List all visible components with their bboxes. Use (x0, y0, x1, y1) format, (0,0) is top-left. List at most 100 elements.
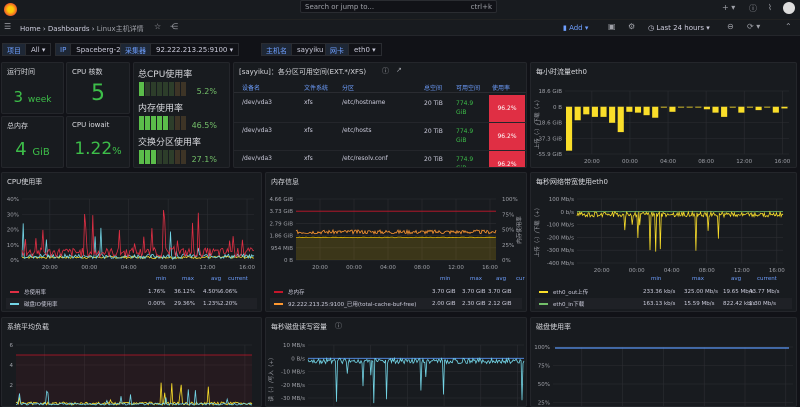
legend-header-avg[interactable]: avg (496, 276, 506, 282)
zoom-out-icon[interactable]: ⊖ (727, 22, 734, 31)
column-header[interactable]: 设备名 (242, 83, 260, 92)
legend-header-max[interactable]: max (470, 276, 482, 282)
gear-icon[interactable]: ⚙ (628, 22, 635, 31)
bar[interactable] (626, 107, 632, 112)
bar[interactable] (687, 107, 693, 108)
column-header[interactable]: 分区 (342, 83, 354, 92)
save-icon[interactable]: ▣ (608, 22, 616, 31)
gauge-value: 27.1% (192, 155, 217, 164)
legend-current: 6.06% (220, 289, 237, 295)
legend-row[interactable]: 磁盘IO使用率0.00%29.36%1.23%2.20% (6, 298, 257, 309)
legend-header-avg[interactable]: avg (211, 276, 221, 282)
bar[interactable] (712, 107, 718, 113)
bar[interactable] (575, 107, 581, 121)
bar[interactable] (738, 107, 744, 113)
breadcrumb-dashboards[interactable]: Dashboards (48, 25, 90, 33)
bar[interactable] (592, 107, 598, 117)
bar[interactable] (609, 107, 615, 123)
bar[interactable] (652, 107, 658, 118)
legend-row[interactable]: 92.222.213.25:9100_已用(total-cache-buf-fr… (270, 298, 522, 309)
bar[interactable] (764, 107, 770, 108)
bar[interactable] (661, 107, 667, 108)
legend-header-max[interactable]: max (182, 276, 194, 282)
bar[interactable] (600, 107, 606, 117)
bar[interactable] (583, 107, 589, 115)
y-tick-label: 0% (10, 258, 19, 264)
bar[interactable] (773, 107, 779, 113)
bar[interactable] (618, 107, 624, 132)
x-tick-label: 12:00 (200, 265, 216, 271)
grafana-logo[interactable] (4, 3, 17, 16)
column-header[interactable]: 可用空间 (456, 83, 480, 92)
variable-select[interactable]: 92.222.213.25:9100 ▾ (151, 43, 239, 56)
gauge-cell (145, 82, 150, 96)
help-icon[interactable]: ⓘ (749, 3, 757, 14)
legend-row[interactable]: 总使用率1.76%36.12%4.50%6.06% (6, 286, 257, 297)
time-range-picker[interactable]: ◷ Last 24 hours ▾ (648, 24, 710, 32)
breadcrumb-home[interactable]: Home (20, 25, 41, 33)
gauge-cell (145, 116, 150, 130)
gauge-cell (139, 116, 144, 130)
gauge-cell (139, 150, 144, 164)
bar[interactable] (644, 107, 650, 115)
column-header[interactable]: 总空间 (424, 83, 442, 92)
legend-header-current[interactable]: current (757, 276, 777, 282)
bar[interactable] (704, 107, 710, 110)
bar[interactable] (566, 107, 572, 151)
legend-header-min[interactable]: min (156, 276, 166, 282)
y2-tick-label: 75% (502, 212, 514, 218)
legend-avg: 2.12 GiB (488, 301, 512, 307)
plus-icon[interactable]: + ▾ (722, 3, 735, 12)
legend-header-cur[interactable]: cur (516, 276, 525, 282)
legend-header-min[interactable]: min (651, 276, 661, 282)
legend-current: 2.20% (220, 301, 237, 307)
x-tick-label: 20:00 (312, 265, 328, 271)
used-memory-line (296, 230, 496, 234)
bar[interactable] (721, 107, 727, 117)
bar[interactable] (747, 107, 753, 108)
news-icon[interactable]: ⌇ (768, 3, 772, 12)
legend-header-min[interactable]: min (440, 276, 450, 282)
legend-row[interactable]: eth0_in下载163.13 kb/s15.59 Mb/s822.42 kb/… (535, 298, 792, 309)
bar[interactable] (695, 107, 701, 108)
y-axis-label: 读（-）/写入（+） (267, 355, 275, 402)
variable-select[interactable]: All ▾ (26, 43, 51, 56)
share-icon[interactable]: ⋲ (170, 22, 178, 31)
legend-row[interactable]: eth0_out上传233.36 kb/s325.00 Mb/s19.65 Mb… (535, 286, 792, 297)
gauge-cell (181, 150, 186, 164)
y-tick-label: 18.6 GiB (538, 89, 562, 95)
hourly-traffic-panel: 每小时流量eth0 18.6 GiB0 B-18.6 GiB-37.3 GiB-… (530, 62, 797, 168)
refresh-icon[interactable]: ⟳ ▾ (747, 22, 760, 31)
search-input[interactable]: Search or jump to...ctrl+k (300, 0, 497, 13)
menu-icon[interactable]: ☰ (4, 22, 11, 31)
star-icon[interactable]: ☆ (154, 22, 161, 31)
info-icon[interactable]: ⓘ (382, 66, 389, 76)
total-memory-panel: 总内存 4 GiB (1, 116, 64, 168)
external-link-icon[interactable]: ↗ (396, 66, 402, 74)
column-header[interactable]: 文件系统 (304, 83, 328, 92)
legend-row[interactable]: 总内存3.70 GiB3.70 GiB3.70 GiB (270, 286, 522, 297)
bar[interactable] (756, 107, 762, 110)
legend-header-max[interactable]: max (692, 276, 704, 282)
y-tick-label: 1.86 GiB (269, 234, 293, 240)
bar[interactable] (635, 107, 641, 113)
y-tick-label: 0 B/s (291, 356, 305, 362)
bar[interactable] (730, 107, 736, 108)
variable-select[interactable]: eth0 ▾ (349, 43, 382, 56)
collapse-icon[interactable]: ⌃ (785, 22, 792, 31)
legend-series-name: 92.222.213.25:9100_已用(total-cache-buf-fr… (288, 300, 416, 308)
bar[interactable] (678, 107, 684, 108)
read-line (308, 358, 524, 403)
disk-usage-chart: 100%75%50%25% (531, 318, 797, 407)
legend-header-current[interactable]: current (228, 276, 248, 282)
uptime-value-wrap: 3 week (2, 88, 63, 106)
bar[interactable] (669, 107, 675, 112)
legend-header-avg[interactable]: avg (731, 276, 741, 282)
iowait-panel: CPU iowait 1.22% (66, 116, 130, 168)
bar[interactable] (781, 107, 787, 109)
chevron-down-icon: ▾ (40, 46, 46, 54)
gauge-cell (163, 150, 168, 164)
avatar[interactable] (783, 2, 795, 14)
add-button[interactable]: ▮ Add ▾ (563, 24, 588, 32)
column-header[interactable]: 使用率 (492, 83, 510, 92)
